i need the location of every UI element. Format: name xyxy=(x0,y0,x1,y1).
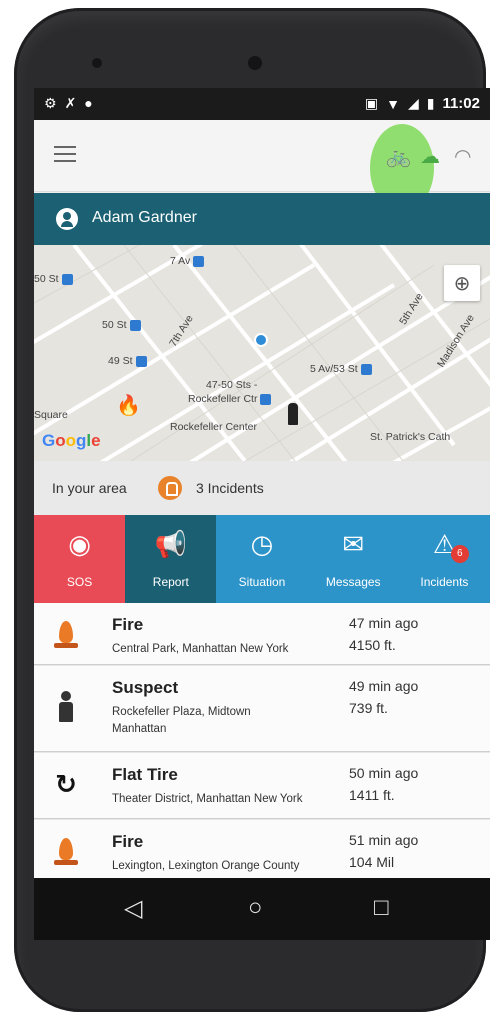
wifi-status-icon[interactable]: ◠ xyxy=(454,144,471,169)
bike-icon[interactable]: 🚲 xyxy=(386,144,411,169)
incident-address: Lexington, Lexington Orange County xyxy=(112,860,300,872)
user-name: Adam Gardner xyxy=(92,209,197,226)
weather-icon[interactable]: ☁ xyxy=(420,144,440,169)
incident-time: 50 min ago xyxy=(349,765,419,781)
incident-distance: 739 ft. xyxy=(349,700,388,716)
cell-signal-icon: ◢ xyxy=(407,95,419,111)
incident-title: Flat Tire xyxy=(112,765,178,784)
fire-icon xyxy=(52,619,80,651)
wifi-icon: ▼ xyxy=(386,95,400,112)
back-icon[interactable]: ◁ xyxy=(124,894,142,923)
recents-icon[interactable]: □ xyxy=(374,894,389,922)
map-label: 49 St xyxy=(108,355,147,367)
menu-icon[interactable] xyxy=(54,146,76,164)
sos-button[interactable]: ◉ SOS xyxy=(34,515,126,603)
app-toolbar: 🚲 ☁ ◠ xyxy=(34,120,490,212)
list-item[interactable]: Suspect Rockefeller Plaza, Midtown Manha… xyxy=(34,666,490,752)
bell-icon xyxy=(158,476,182,500)
user-bar[interactable]: Adam Gardner xyxy=(34,193,490,245)
action-label: Report xyxy=(152,575,189,589)
avatar-icon xyxy=(56,208,78,230)
map-label: 50 St xyxy=(34,273,73,285)
sensor xyxy=(92,58,102,68)
action-bar: ◉ SOS 📢 Report ◷ Situation ✉ Messages ⚠ … xyxy=(34,515,490,603)
incidents-badge: 6 xyxy=(450,545,469,563)
status-right-icons: ▣ ▼ ◢ ▮ 11:02 xyxy=(365,95,480,112)
map-label: 5 Av/53 St xyxy=(310,363,372,375)
settings-icon: ⚙ xyxy=(44,95,65,111)
situation-button[interactable]: ◷ Situation xyxy=(216,515,308,603)
incident-time: 47 min ago xyxy=(349,615,419,631)
map-label: 7 Av xyxy=(170,255,205,267)
incident-address: Theater District, Manhattan New York xyxy=(112,793,303,805)
incident-distance: 1411 ft. xyxy=(349,787,395,803)
map-view[interactable]: 7 Av 50 St 50 St 49 St 7th Ave 5th Ave M… xyxy=(34,245,490,461)
vibrate-icon: ▣ xyxy=(364,95,379,111)
user-location-marker[interactable] xyxy=(254,333,268,347)
mail-icon: ✉ xyxy=(342,529,365,559)
screen: ⚙✗● ▣ ▼ ◢ ▮ 11:02 🚲 ☁ ◠ Adam Gardner 7 A… xyxy=(34,88,490,940)
sos-icon: ◉ xyxy=(68,529,91,559)
map-label: 47-50 Sts - xyxy=(206,379,258,391)
action-label: Situation xyxy=(238,575,286,589)
map-label: Square xyxy=(34,409,68,421)
action-label: SOS xyxy=(66,575,93,589)
area-label: In your area xyxy=(52,480,127,496)
incident-address: Rockefeller Plaza, Midtown Manhattan xyxy=(112,706,251,735)
report-button[interactable]: 📢 Report xyxy=(125,515,217,603)
status-left-icons: ⚙✗● xyxy=(44,95,101,112)
incident-address: Central Park, Manhattan New York xyxy=(112,643,289,655)
clock-icon: ◷ xyxy=(250,529,274,559)
area-summary[interactable]: In your area 3 Incidents xyxy=(34,461,490,515)
action-label: Messages xyxy=(325,575,381,589)
incident-list[interactable]: Fire Central Park, Manhattan New York 47… xyxy=(34,603,490,878)
action-label: Incidents xyxy=(420,575,469,589)
messages-button[interactable]: ✉ Messages xyxy=(307,515,399,603)
status-time: 11:02 xyxy=(442,95,480,112)
map-streets xyxy=(34,245,490,461)
incidents-button[interactable]: ⚠ 6 Incidents xyxy=(398,515,490,603)
alarm-icon: ⚠ xyxy=(432,529,457,559)
app-icon: ● xyxy=(84,95,101,111)
incident-distance: 104 Mil xyxy=(349,854,395,870)
system-nav-bar: ◁ ○ □ xyxy=(34,878,490,940)
map-label: 50 St xyxy=(102,319,141,331)
map-label: Rockefeller Center xyxy=(170,421,257,433)
flat-tire-icon: ↻ xyxy=(55,769,77,799)
list-item[interactable]: Fire Central Park, Manhattan New York 47… xyxy=(34,603,490,665)
list-item[interactable]: Fire Lexington, Lexington Orange County … xyxy=(34,820,490,878)
battery-icon: ▮ xyxy=(426,95,435,111)
incident-title: Fire xyxy=(112,832,144,851)
incident-title: Fire xyxy=(112,615,144,634)
incident-count: 3 Incidents xyxy=(196,480,264,496)
google-logo: Google xyxy=(42,431,101,450)
incident-distance: 4150 ft. xyxy=(349,637,396,653)
front-camera xyxy=(248,56,262,70)
fire-icon xyxy=(52,836,80,868)
home-icon[interactable]: ○ xyxy=(248,894,263,922)
map-label: Rockefeller Ctr xyxy=(188,393,272,405)
my-location-button[interactable]: ⊕ xyxy=(444,265,480,301)
fire-marker-icon[interactable]: 🔥 xyxy=(116,393,141,418)
incident-title: Suspect xyxy=(112,678,179,697)
map-label: St. Patrick's Cath xyxy=(370,431,451,443)
incident-time: 49 min ago xyxy=(349,678,419,694)
incident-time: 51 min ago xyxy=(349,832,419,848)
no-signal-icon: ✗ xyxy=(64,95,85,111)
list-item[interactable]: ↻ Flat Tire Theater District, Manhattan … xyxy=(34,753,490,819)
status-bar: ⚙✗● ▣ ▼ ◢ ▮ 11:02 xyxy=(34,88,490,120)
person-icon xyxy=(52,690,80,722)
suspect-marker-icon[interactable] xyxy=(288,403,298,425)
crosshair-icon: ⊕ xyxy=(453,272,471,295)
megaphone-icon: 📢 xyxy=(154,529,187,559)
